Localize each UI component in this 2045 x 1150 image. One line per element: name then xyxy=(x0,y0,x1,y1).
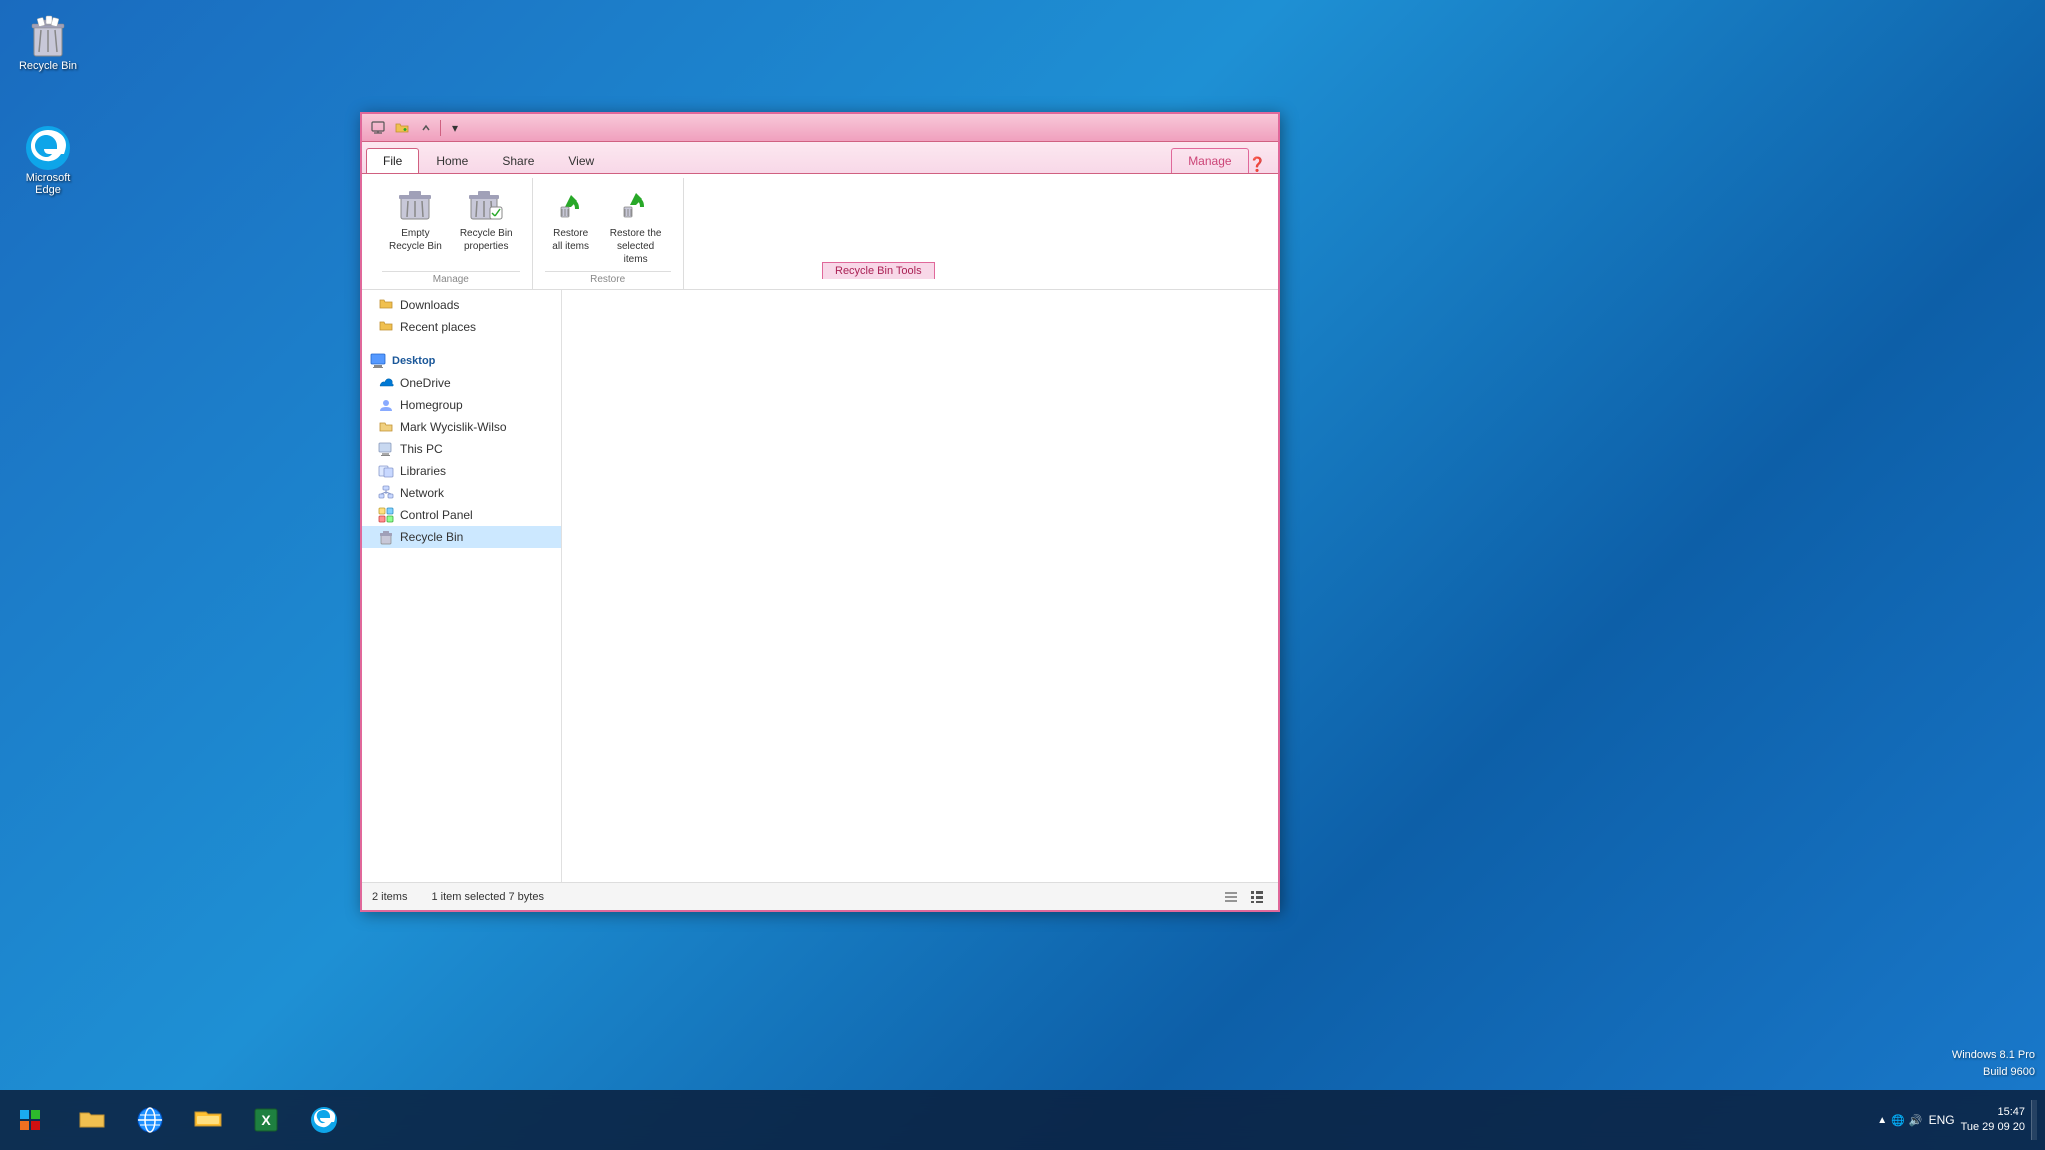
downloads-icon xyxy=(378,297,394,313)
empty-recycle-bin-btn[interactable]: Empty Recycle Bin xyxy=(382,182,449,258)
sidebar: Downloads Recent places Desktop OneDri xyxy=(362,290,562,882)
tab-file[interactable]: File xyxy=(366,148,419,173)
tab-view[interactable]: View xyxy=(551,148,611,173)
manage-group-buttons: Empty Recycle Bin xyxy=(382,178,520,271)
view-toggle-buttons xyxy=(1220,887,1268,907)
help-icon[interactable]: ❓ xyxy=(1249,156,1266,173)
sidebar-desktop-header: Desktop xyxy=(362,350,561,372)
tray-arrow[interactable]: ▲ xyxy=(1877,1115,1887,1126)
qt-up-btn[interactable] xyxy=(414,117,438,139)
control-panel-icon xyxy=(378,507,394,523)
sidebar-item-homegroup[interactable]: Homegroup xyxy=(362,394,561,416)
manage-group-label: Manage xyxy=(382,271,520,285)
recycle-bin-nav-icon xyxy=(378,529,394,545)
user-folder-icon xyxy=(378,419,394,435)
sidebar-item-recent-places[interactable]: Recent places xyxy=(362,316,561,338)
system-tray: ▲ 🌐 🔊 xyxy=(1877,1114,1922,1127)
network-icon xyxy=(378,485,394,501)
tab-home[interactable]: Home xyxy=(419,148,485,173)
edge-desktop-icon[interactable]: Microsoft Edge xyxy=(8,120,88,200)
restore-selected-items-btn[interactable]: Restore the selected items xyxy=(601,182,671,271)
restore-group-label: Restore xyxy=(545,271,671,285)
tray-lang: ENG xyxy=(1929,1113,1955,1127)
sidebar-item-downloads[interactable]: Downloads xyxy=(362,294,561,316)
edge-desktop-label: Microsoft Edge xyxy=(12,172,84,196)
tray-network: 🌐 xyxy=(1891,1114,1905,1127)
taskbar-edge[interactable] xyxy=(296,1092,352,1148)
os-info-line2: Build 9600 xyxy=(1952,1064,2035,1081)
recycle-bin-icon xyxy=(24,12,72,60)
recycle-bin-properties-btn[interactable]: Recycle Bin properties xyxy=(453,182,520,258)
homegroup-icon xyxy=(378,397,394,413)
sidebar-item-network[interactable]: Network xyxy=(362,482,561,504)
ribbon: Empty Recycle Bin xyxy=(362,174,1278,290)
qt-separator xyxy=(440,120,441,136)
taskbar-ie[interactable] xyxy=(122,1092,178,1148)
sidebar-item-recycle-bin[interactable]: Recycle Bin xyxy=(362,526,561,548)
libraries-icon xyxy=(378,463,394,479)
sidebar-item-libraries[interactable]: Libraries xyxy=(362,460,561,482)
edge-icon xyxy=(24,124,72,172)
tabs-bar: File Home Share View Manage ❓ xyxy=(362,142,1278,174)
tray-volume: 🔊 xyxy=(1909,1114,1923,1127)
tab-share[interactable]: Share xyxy=(485,148,551,173)
recent-places-icon xyxy=(378,319,394,335)
content-area: Downloads Recent places Desktop OneDri xyxy=(362,290,1278,882)
main-content-area xyxy=(562,290,1278,882)
start-button[interactable] xyxy=(0,1090,60,1150)
sidebar-item-mark[interactable]: Mark Wycislik-Wilso xyxy=(362,416,561,438)
restore-group-buttons: Restore all items Restore the selected i… xyxy=(545,178,671,271)
clock-time: 15:47 xyxy=(1961,1105,2025,1120)
svg-text:X: X xyxy=(261,1112,271,1128)
qt-dropdown-btn[interactable]: ▾ xyxy=(443,117,467,139)
quick-access-toolbar: ▾ Recycle Bin Tools xyxy=(362,114,1278,142)
taskbar-right: ▲ 🌐 🔊 ENG 15:47 Tue 29 09 20 xyxy=(1877,1100,2045,1140)
recycle-bin-desktop-icon[interactable]: Recycle Bin xyxy=(8,8,88,76)
taskbar-excel[interactable]: X xyxy=(238,1092,294,1148)
windows-logo xyxy=(20,1110,40,1130)
taskbar: X ▲ 🌐 🔊 ENG 15:47 Tue 29 09 20 xyxy=(0,1090,2045,1150)
recycle-bin-desktop-label: Recycle Bin xyxy=(19,60,77,72)
ribbon-manage-group: Empty Recycle Bin xyxy=(370,178,533,289)
status-items-count: 2 items xyxy=(372,891,407,903)
ribbon-restore-group: Restore all items Restore the selected i… xyxy=(533,178,684,289)
restore-all-items-btn[interactable]: Restore all items xyxy=(545,182,597,258)
this-pc-icon xyxy=(378,441,394,457)
taskbar-items: X xyxy=(60,1092,1877,1148)
taskbar-file-explorer[interactable] xyxy=(64,1092,120,1148)
qt-properties-btn[interactable] xyxy=(366,117,390,139)
status-selection-info: 1 item selected 7 bytes xyxy=(431,891,544,903)
qt-new-folder-btn[interactable] xyxy=(390,117,414,139)
os-info: Windows 8.1 Pro Build 9600 xyxy=(1952,1047,2035,1080)
os-info-line1: Windows 8.1 Pro xyxy=(1952,1047,2035,1064)
sidebar-item-control-panel[interactable]: Control Panel xyxy=(362,504,561,526)
recycle-bin-tools-tab-label: Recycle Bin Tools xyxy=(822,262,935,279)
clock-date: Tue 29 09 20 xyxy=(1961,1120,2025,1135)
taskbar-file-manager[interactable] xyxy=(180,1092,236,1148)
sidebar-item-this-pc[interactable]: This PC xyxy=(362,438,561,460)
show-desktop-btn[interactable] xyxy=(2031,1100,2037,1140)
onedrive-icon xyxy=(378,375,394,391)
list-view-btn[interactable] xyxy=(1220,887,1242,907)
tab-manage[interactable]: Manage xyxy=(1171,148,1248,173)
details-view-btn[interactable] xyxy=(1246,887,1268,907)
sidebar-item-onedrive[interactable]: OneDrive xyxy=(362,372,561,394)
taskbar-clock: 15:47 Tue 29 09 20 xyxy=(1961,1105,2025,1136)
file-explorer-window: ▾ Recycle Bin Tools File Home Share View… xyxy=(360,112,1280,912)
status-bar: 2 items 1 item selected 7 bytes xyxy=(362,882,1278,910)
